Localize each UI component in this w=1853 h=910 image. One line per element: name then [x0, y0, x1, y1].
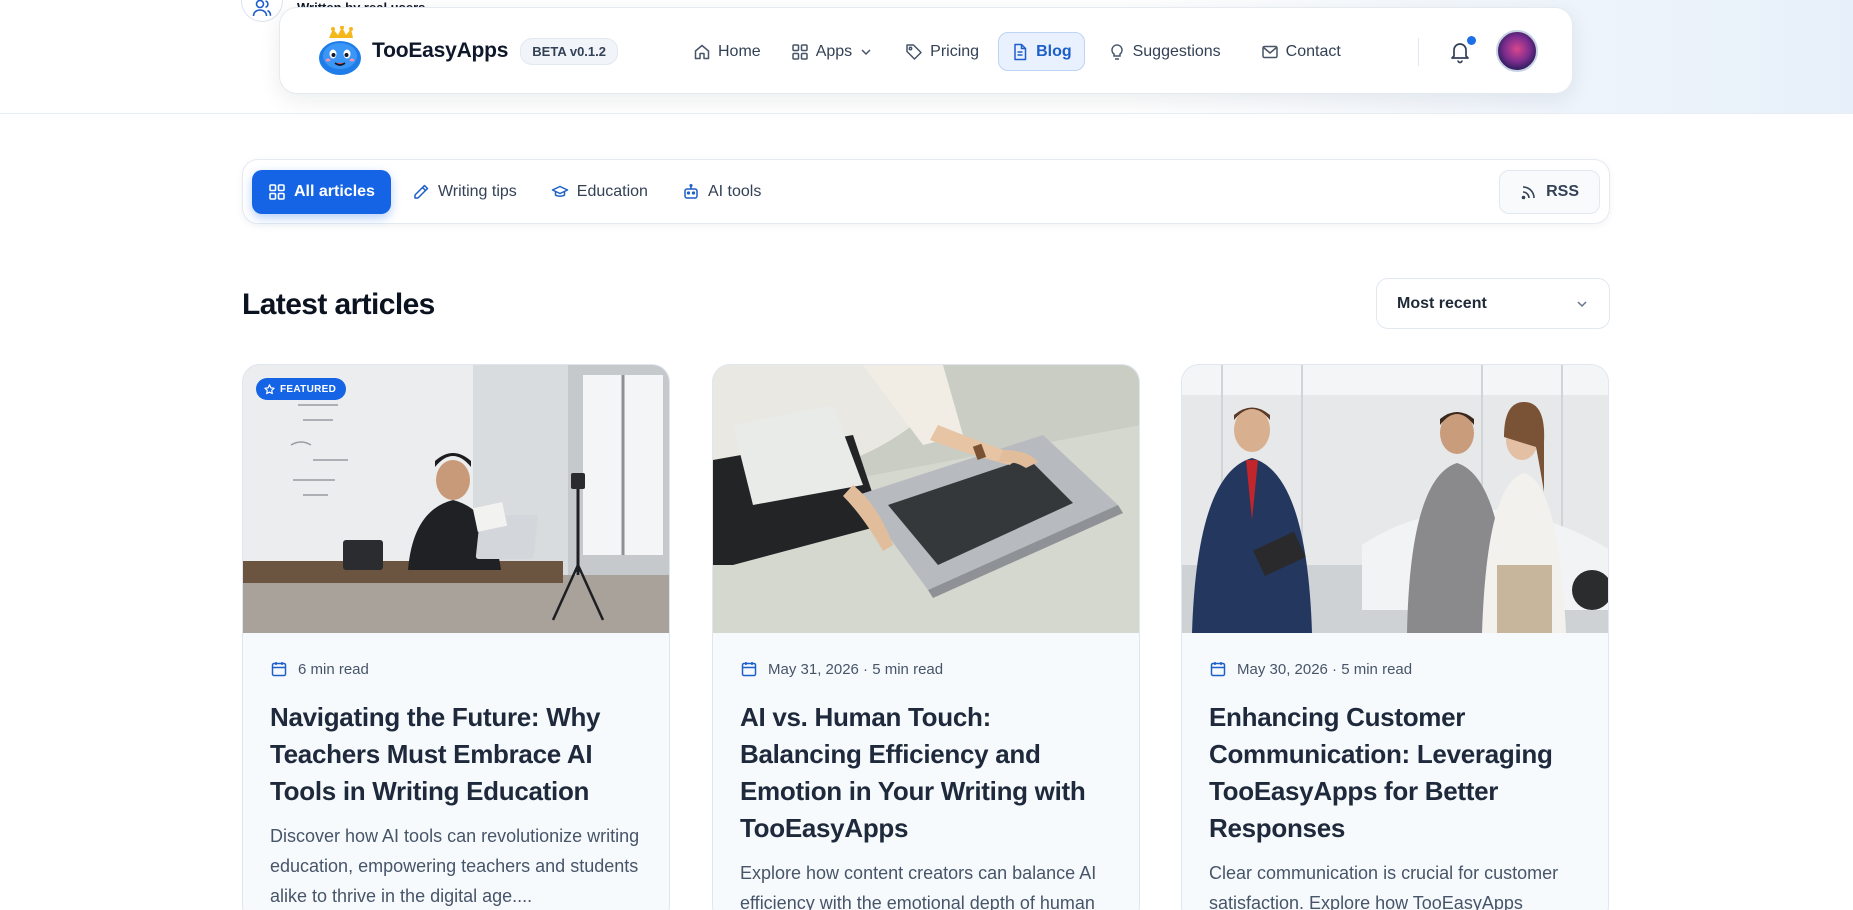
graduation-cap-icon [551, 185, 569, 197]
star-icon [264, 383, 275, 394]
section-title: Latest articles [242, 288, 435, 321]
rss-label: RSS [1546, 183, 1579, 200]
article-image-teacher: FEATURED [243, 365, 669, 633]
filter-all-articles-label: All articles [294, 183, 375, 200]
nav-suggestions-label: Suggestions [1132, 42, 1221, 60]
nav-apps-label: Apps [815, 42, 853, 60]
top-navbar: TooEasyApps BETA v0.1.2 Home Apps Pricin… [279, 7, 1573, 94]
nav-contact[interactable]: Contact [1248, 32, 1354, 71]
article-excerpt: Explore how content creators can balance… [740, 863, 1097, 910]
article-meta-text: 6 min read [298, 660, 369, 678]
filter-writing-tips-label: Writing tips [437, 183, 517, 200]
nav-divider [1418, 38, 1419, 66]
category-filter-bar: All articles Writing tips Education AI t… [242, 159, 1610, 224]
users-icon [241, 0, 283, 22]
mail-icon [1261, 45, 1278, 58]
robot-icon [684, 183, 698, 199]
article-card[interactable]: May 31, 2026 · 5 min read AI vs. Human T… [712, 364, 1140, 910]
lightbulb-icon [1110, 43, 1123, 60]
article-card[interactable]: May 30, 2026 · 5 min read Enhancing Cust… [1181, 364, 1609, 910]
avatar[interactable] [1496, 30, 1538, 72]
filter-writing-tips[interactable]: Writing tips [395, 170, 534, 214]
sort-selected: Most recent [1397, 294, 1487, 312]
filter-all-articles[interactable]: All articles [252, 170, 391, 214]
tag-icon [906, 43, 922, 60]
featured-label: FEATURED [280, 383, 337, 395]
filter-education[interactable]: Education [534, 170, 665, 214]
calendar-icon [1210, 662, 1226, 677]
home-icon [694, 44, 710, 59]
notification-dot [1467, 36, 1476, 45]
grid-icon [791, 43, 808, 60]
article-title[interactable]: Enhancing Customer Communication: Levera… [1209, 699, 1581, 847]
article-meta: May 30, 2026 · 5 min read [1209, 659, 1581, 679]
article-meta-text: May 31, 2026 · 5 min read [768, 660, 944, 678]
featured-badge: FEATURED [256, 378, 347, 400]
document-icon [1014, 43, 1027, 60]
article-excerpt: Discover how AI tools can revolutionize … [270, 826, 640, 906]
article-meta-text: May 30, 2026 · 5 min read [1237, 660, 1413, 678]
brand-name: TooEasyApps [372, 39, 509, 62]
logo-mascot-icon [319, 26, 361, 75]
rss-button[interactable]: RSS [1499, 170, 1600, 214]
article-image-laptop [713, 365, 1139, 633]
calendar-icon [741, 662, 757, 677]
nav-contact-label: Contact [1285, 42, 1341, 60]
version-badge: BETA v0.1.2 [520, 37, 618, 65]
nav-pricing-label: Pricing [930, 42, 980, 60]
filter-ai-tools-label: AI tools [707, 183, 762, 200]
article-card[interactable]: FEATURED 6 min read Navigating the Futur… [242, 364, 670, 910]
article-excerpt: Clear communication is crucial for custo… [1209, 863, 1559, 910]
nav-blog-label: Blog [1036, 42, 1072, 60]
chevron-down-icon [861, 48, 871, 55]
calendar-icon [271, 662, 287, 677]
brand[interactable]: TooEasyApps BETA v0.1.2 [316, 26, 618, 76]
nav-home-label: Home [718, 42, 761, 60]
nav-blog[interactable]: Blog [998, 32, 1085, 71]
grid-icon [269, 184, 285, 200]
article-title[interactable]: Navigating the Future: Why Teachers Must… [270, 699, 642, 810]
article-image-meeting [1182, 365, 1608, 633]
rss-icon [1521, 185, 1535, 199]
nav-home[interactable]: Home [680, 32, 774, 71]
nav-suggestions[interactable]: Suggestions [1095, 32, 1234, 71]
article-meta: 6 min read [270, 659, 642, 679]
nav-pricing[interactable]: Pricing [892, 32, 992, 71]
article-meta: May 31, 2026 · 5 min read [740, 659, 1112, 679]
article-title[interactable]: AI vs. Human Touch: Balancing Efficiency… [740, 699, 1112, 847]
pencil-icon [414, 184, 429, 199]
nav-apps[interactable]: Apps [778, 32, 886, 71]
main-nav: Home Apps Pricing Blog Suggestions Conta… [680, 32, 1354, 71]
sort-select[interactable]: Most recent [1376, 278, 1610, 329]
filter-ai-tools[interactable]: AI tools [665, 170, 778, 214]
chevron-down-icon [1577, 300, 1587, 307]
filter-education-label: Education [576, 183, 648, 200]
